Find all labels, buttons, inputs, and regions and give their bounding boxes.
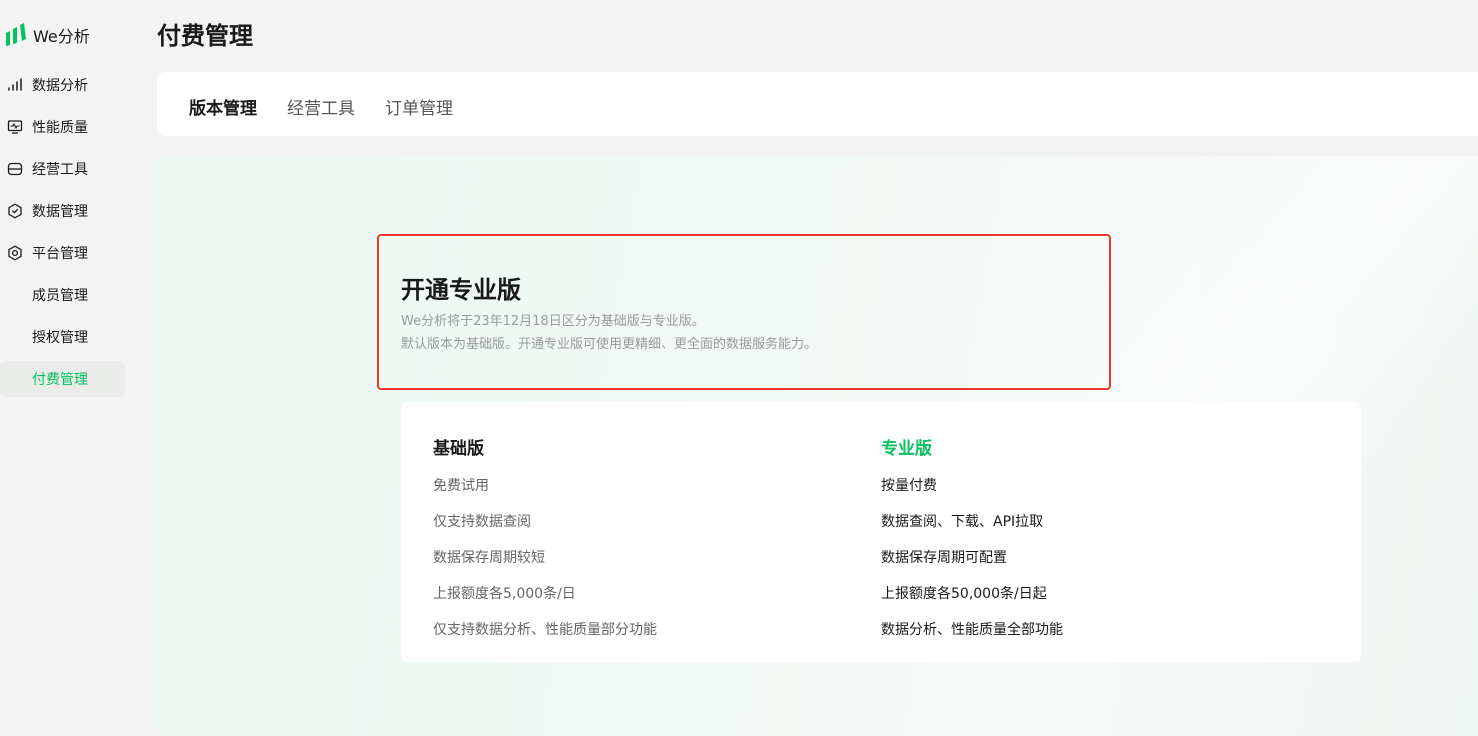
brand[interactable]: We分析 <box>5 22 90 48</box>
sidebar-item-member-management[interactable]: 成员管理 <box>0 277 125 313</box>
sidebar-item-data-management[interactable]: 数据管理 <box>0 193 125 229</box>
sidebar-item-authorization-management[interactable]: 授权管理 <box>0 319 125 355</box>
plan-pro-feature: 按量付费 <box>881 478 937 494</box>
bar-chart-icon <box>8 78 22 91</box>
sidebar-item-performance[interactable]: 性能质量 <box>0 109 125 145</box>
plan-basic-feature: 仅支持数据分析、性能质量部分功能 <box>433 622 657 638</box>
monitor-pulse-icon <box>7 120 23 134</box>
plan-basic-title: 基础版 <box>433 439 484 459</box>
hexagon-check-icon <box>8 203 22 219</box>
sidebar-item-business-tools[interactable]: 经营工具 <box>0 151 125 187</box>
we-analysis-logo-icon <box>6 23 26 46</box>
sidebar-item-data-analysis[interactable]: 数据分析 <box>0 67 125 103</box>
sidebar-item-label: 成员管理 <box>32 288 88 304</box>
sidebar-item-label: 数据分析 <box>32 78 88 94</box>
plan-pro-feature: 上报额度各50,000条/日起 <box>881 586 1047 602</box>
hero-description-line-1: We分析将于23年12月18日区分为基础版与专业版。 <box>401 314 705 329</box>
drawer-icon <box>7 162 23 176</box>
sidebar-item-label: 数据管理 <box>32 204 88 220</box>
sidebar-item-label: 经营工具 <box>32 162 88 178</box>
plan-pro-feature: 数据保存周期可配置 <box>881 550 1007 566</box>
plan-basic-feature: 上报额度各5,000条/日 <box>433 586 576 602</box>
page-title: 付费管理 <box>157 22 253 50</box>
sidebar-item-label: 性能质量 <box>32 120 88 136</box>
plan-pro-title: 专业版 <box>881 439 932 459</box>
plans-comparison-card: 基础版 免费试用 仅支持数据查阅 数据保存周期较短 上报额度各5,000条/日 … <box>401 402 1361 662</box>
plan-pro-feature: 数据查阅、下载、API拉取 <box>881 514 1044 530</box>
brand-name: We分析 <box>33 27 90 46</box>
sidebar-item-label: 授权管理 <box>32 330 88 346</box>
sidebar-item-platform-management[interactable]: 平台管理 <box>0 235 125 271</box>
hero-title: 开通专业版 <box>401 276 521 304</box>
plan-basic-feature: 免费试用 <box>433 478 489 494</box>
plan-basic-feature: 仅支持数据查阅 <box>433 514 531 530</box>
tab-business-tools[interactable]: 经营工具 <box>287 94 355 119</box>
gear-icon <box>8 245 22 261</box>
tabs-bar: 版本管理 经营工具 订单管理 <box>157 72 1478 136</box>
tab-version-management[interactable]: 版本管理 <box>189 94 257 119</box>
sidebar-item-label: 平台管理 <box>32 246 88 262</box>
plan-basic-feature: 数据保存周期较短 <box>433 550 545 566</box>
hero-description-line-2: 默认版本为基础版。开通专业版可使用更精细、更全面的数据服务能力。 <box>401 337 818 352</box>
sidebar: We分析 数据分析 性能质量 经营工具 数据管理 平台管理 成员管理 授权管理 … <box>0 0 140 716</box>
plan-pro-feature: 数据分析、性能质量全部功能 <box>881 622 1063 638</box>
sidebar-item-payment-management[interactable]: 付费管理 <box>0 361 125 397</box>
tab-order-management[interactable]: 订单管理 <box>385 94 453 119</box>
sidebar-item-label: 付费管理 <box>32 372 88 388</box>
